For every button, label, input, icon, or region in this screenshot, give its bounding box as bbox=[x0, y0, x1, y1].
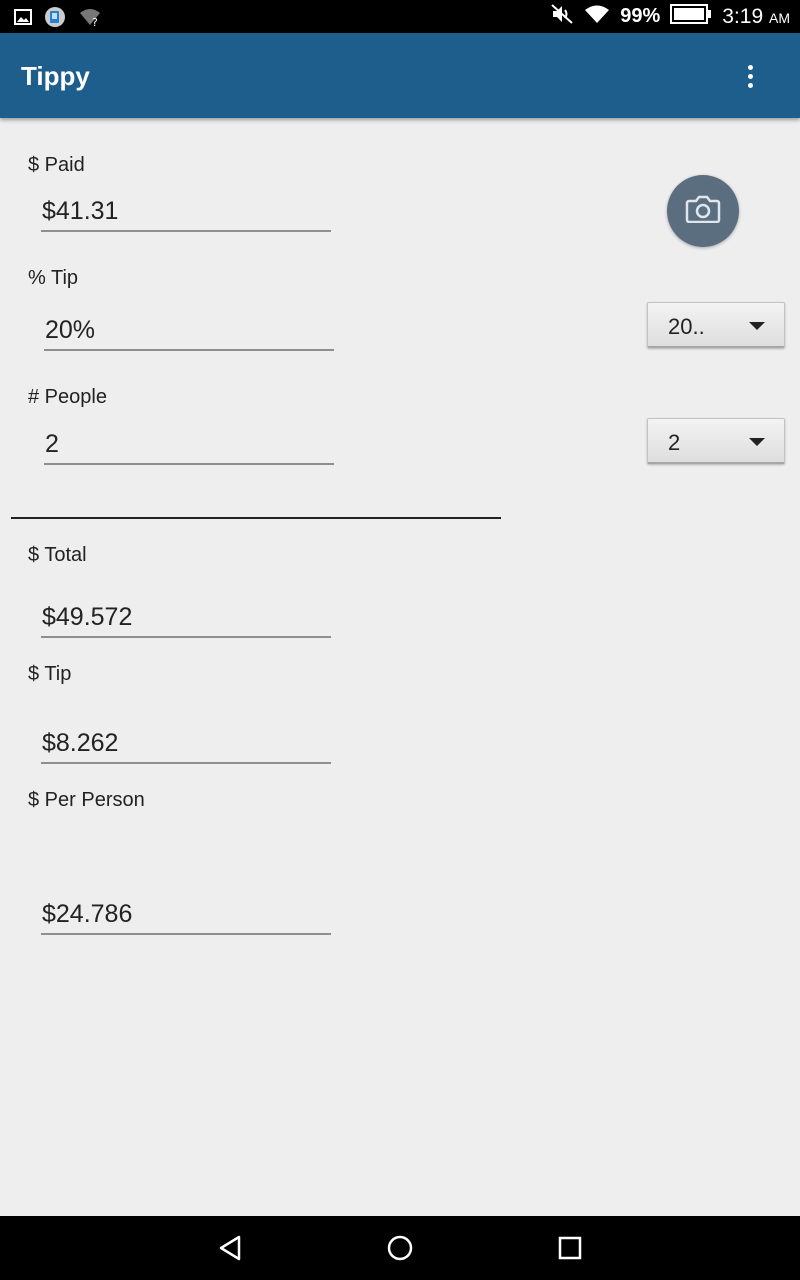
people-spinner-value: 2 bbox=[668, 430, 681, 455]
paid-input[interactable]: $41.31 bbox=[41, 190, 331, 232]
tip-percent-input[interactable]: 20% bbox=[44, 309, 334, 351]
dropdown-arrow-icon bbox=[749, 438, 765, 446]
per-person-field[interactable]: $24.786 bbox=[41, 893, 331, 935]
app-notification-icon bbox=[44, 6, 66, 33]
status-bar: ? 99% 3:19 AM bbox=[0, 0, 800, 33]
clock: 3:19 AM bbox=[722, 4, 790, 28]
svg-text:?: ? bbox=[92, 16, 98, 27]
gallery-icon bbox=[14, 9, 32, 30]
wifi-question-icon: ? bbox=[78, 7, 102, 32]
navigation-bar bbox=[0, 1216, 800, 1280]
recents-icon[interactable] bbox=[552, 1232, 588, 1264]
mute-icon bbox=[550, 3, 574, 31]
back-icon[interactable] bbox=[212, 1232, 248, 1264]
divider bbox=[11, 517, 501, 519]
app-title: Tippy bbox=[21, 61, 90, 91]
total-label: $ Total bbox=[28, 544, 87, 566]
per-person-label: $ Per Person bbox=[28, 789, 145, 811]
paid-label: $ Paid bbox=[28, 154, 85, 176]
wifi-icon bbox=[584, 4, 610, 30]
people-spinner[interactable]: 2 bbox=[647, 418, 785, 464]
battery-percent: 99% bbox=[620, 5, 661, 27]
camera-icon bbox=[685, 195, 721, 228]
tip-amount-label: $ Tip bbox=[28, 663, 72, 685]
people-label: # People bbox=[28, 386, 107, 408]
tip-percent-spinner[interactable]: 20.. bbox=[647, 302, 785, 348]
people-input[interactable]: 2 bbox=[44, 423, 334, 465]
more-vert-icon[interactable] bbox=[735, 53, 765, 99]
battery-icon bbox=[670, 3, 712, 31]
total-value-field[interactable]: $49.572 bbox=[41, 596, 331, 638]
tip-percent-label: % Tip bbox=[28, 267, 79, 289]
tip-percent-spinner-value: 20.. bbox=[668, 314, 705, 339]
tip-amount-field[interactable]: $8.262 bbox=[41, 722, 331, 764]
camera-button[interactable] bbox=[667, 175, 739, 247]
app-bar: Tippy bbox=[0, 33, 800, 118]
dropdown-arrow-icon bbox=[749, 322, 765, 330]
home-icon[interactable] bbox=[382, 1232, 418, 1264]
